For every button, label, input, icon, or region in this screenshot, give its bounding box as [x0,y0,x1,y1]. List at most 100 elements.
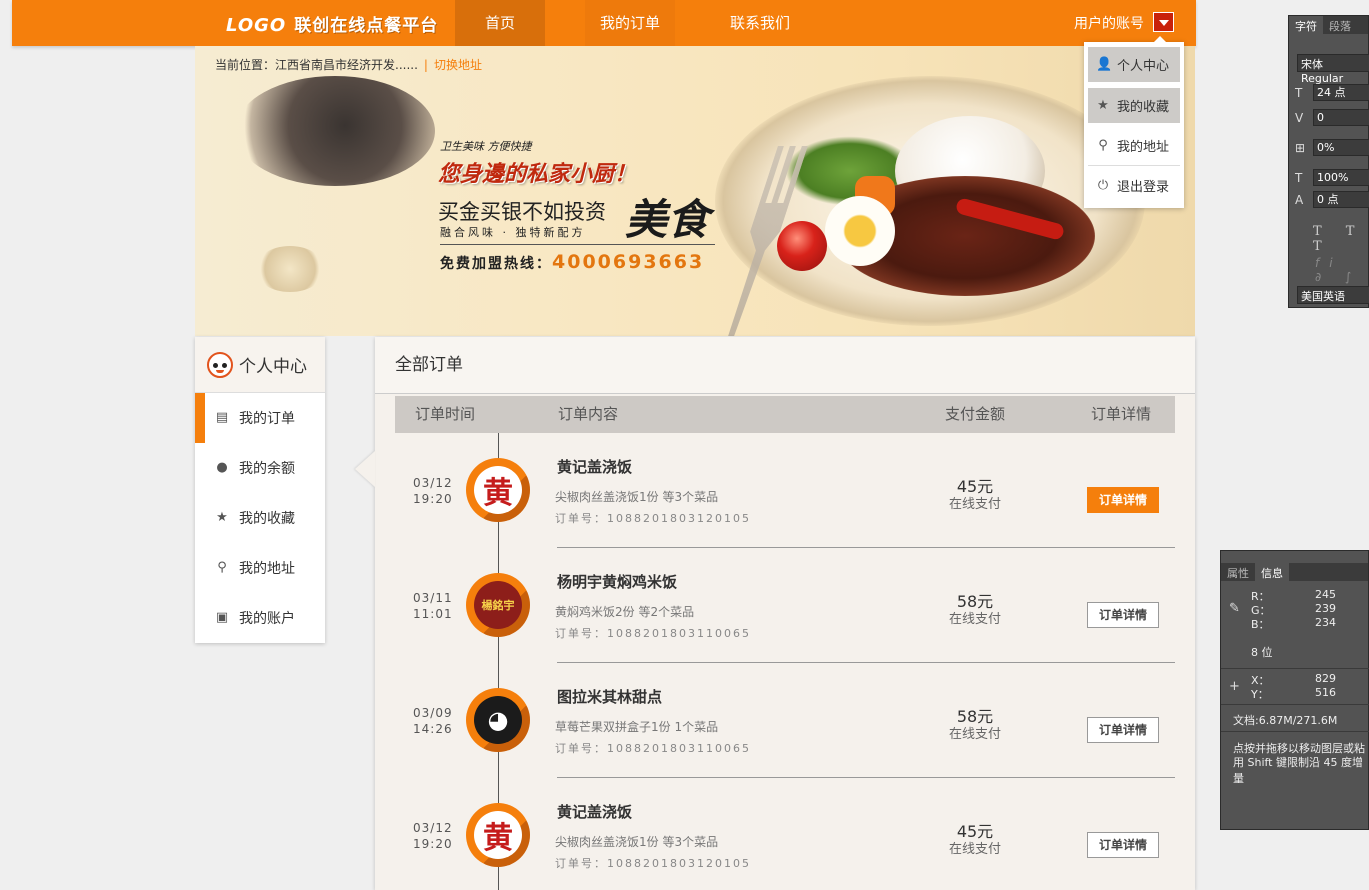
menu-item-favorites[interactable]: ★ 我的收藏 [1088,88,1180,123]
sidebar-item-my-account[interactable]: ▣ 我的账户 [195,593,325,643]
baseline-input[interactable]: 0 点 [1313,191,1369,208]
order-number: 订单号：1088201803120105 [555,512,751,525]
font-family-select[interactable]: 宋体 Regular [1297,54,1369,85]
menu-item-personal-center[interactable]: 👤 个人中心 [1088,47,1180,82]
sidebar-item-my-orders[interactable]: ▤ 我的订单 [195,393,325,443]
r-value: 245 [1315,588,1336,601]
page-content: 卫生美味 方便快捷 您身邊的私家小厨！ 买金买银不如投资 美食 融合风味 · 独… [195,46,1195,890]
restaurant-name[interactable]: 图拉米其林甜点 [557,686,662,707]
y-value: 516 [1315,686,1336,699]
banner-line1: 买金买银不如投资 [438,200,606,224]
vertical-scale-icon: T [1295,170,1303,185]
order-time: 14:26 [413,722,453,736]
banner-line2: 融合风味 · 独特新配方 [440,226,586,239]
b-label: B： [1251,618,1270,631]
font-size-field: T 24 点 [1295,84,1369,101]
menu-item-address[interactable]: ⚲ 我的地址 [1088,128,1180,163]
payment-method: 在线支付 [948,727,1001,742]
column-header-content: 订单内容 [558,405,619,423]
restaurant-logo: 黄 [466,803,530,867]
font-size-icon: T [1295,85,1303,100]
vertical-scale-input[interactable]: 100% [1313,169,1369,186]
tab-info[interactable]: 信息 [1255,563,1289,581]
breadcrumb-separator: | [423,58,428,72]
account-name[interactable]: 用户的账号 [1074,13,1144,33]
language-select[interactable]: 美国英语 [1297,286,1369,304]
nav-home[interactable]: 首页 [455,0,545,46]
order-dishes: 尖椒肉丝盖浇饭1份 等3个菜品 [555,835,719,849]
bit-depth: 8 位 [1251,646,1273,659]
account-dropdown-toggle[interactable] [1153,12,1174,32]
menu-item-label: 退出登录 [1117,180,1170,195]
tab-paragraph[interactable]: 段落 [1323,16,1357,34]
location-pin-icon: ⚲ [217,560,227,575]
order-detail-button[interactable]: 订单详情 [1087,602,1159,628]
panel-pointer [355,451,375,487]
restaurant-name[interactable]: 黄记盖浇饭 [557,456,632,477]
promo-banner: 卫生美味 方便快捷 您身邊的私家小厨！ 买金买银不如投资 美食 融合风味 · 独… [195,46,1195,336]
banner-main-slogan: 您身邊的私家小厨！ [438,162,637,187]
tomato-image [777,221,827,271]
account-dropdown-menu: 👤 个人中心 ★ 我的收藏 ⚲ 我的地址 ⏻ 退出登录 [1084,36,1184,208]
hotline-label: 免费加盟热线： [440,256,552,272]
column-header-time: 订单时间 [415,405,476,423]
restaurant-logo: ◕ [466,688,530,752]
banner-hotline: 免费加盟热线：4000693663 [440,251,704,273]
menu-item-label: 个人中心 [1117,59,1170,74]
sidebar-item-my-favorites[interactable]: ★ 我的收藏 [195,493,325,543]
order-time: 19:20 [413,837,453,851]
column-header-detail: 订单详情 [1091,405,1152,423]
power-icon: ⏻ [1097,178,1109,193]
breadcrumb: 当前位置：江西省南昌市经济开发...... | 切换地址 [215,56,482,73]
font-size-input[interactable]: 24 点 [1313,84,1369,101]
star-icon: ★ [1097,98,1109,113]
sidebar-item-label: 我的地址 [239,561,295,577]
opentype-buttons[interactable]: fi ∂ ∫ [1315,256,1368,284]
order-dishes: 黄焖鸡米饭2份 等2个菜品 [555,605,695,619]
restaurant-name[interactable]: 黄记盖浇饭 [557,801,632,822]
wallet-icon: ▣ [215,610,229,625]
switch-address-link[interactable]: 切换地址 [434,58,482,72]
order-row: 03/11 11:01 楊銘宇 杨明宇黄焖鸡米饭 黄焖鸡米饭2份 等2个菜品 订… [375,548,1195,663]
sidebar-item-my-address[interactable]: ⚲ 我的地址 [195,543,325,593]
sidebar-item-my-balance[interactable]: ● 我的余额 [195,443,325,493]
menu-item-label: 我的收藏 [1117,100,1170,115]
order-date: 03/12 [413,476,453,490]
order-dishes: 草莓芒果双拼盒子1份 1个菜品 [555,720,719,734]
tab-properties[interactable]: 属性 [1221,563,1255,581]
tab-character[interactable]: 字符 [1289,16,1323,34]
kerning-field: V 0 [1295,109,1369,126]
order-number: 订单号：1088201803110065 [555,742,751,755]
order-detail-button[interactable]: 订单详情 [1087,832,1159,858]
order-date: 03/12 [413,821,453,835]
order-detail-button[interactable]: 订单详情 [1087,717,1159,743]
column-header-amount: 支付金额 [945,405,1006,423]
info-divider [1221,668,1369,669]
ps-info-tabs: 属性 信息 [1221,563,1368,581]
vertical-scale-field: T 100% [1295,169,1369,186]
order-datetime: 03/09 14:26 [413,705,453,737]
document-size: 文档:6.87M/271.6M [1233,714,1338,727]
order-detail-button[interactable]: 订单详情 [1087,487,1159,513]
order-datetime: 03/12 19:20 [413,475,453,507]
menu-item-logout[interactable]: ⏻ 退出登录 [1088,168,1180,203]
nav-contact-us[interactable]: 联系我们 [715,0,805,46]
mascot-icon [207,351,233,378]
tracking-input[interactable]: 0% [1313,139,1369,156]
payment-method: 在线支付 [948,497,1001,512]
hint-line-2: 用 Shift 键限制沿 45 度增量 [1233,756,1363,785]
clipboard-icon: ▤ [215,410,229,425]
panel-title: 全部订单 [375,337,1195,394]
kerning-input[interactable]: 0 [1313,109,1369,126]
baseline-shift-icon: A [1295,192,1304,207]
nav-my-orders[interactable]: 我的订单 [585,0,675,46]
sidebar-item-label: 我的订单 [239,411,295,427]
text-style-buttons[interactable]: T T T [1313,224,1368,254]
crosshair-icon: + [1229,679,1240,694]
restaurant-name[interactable]: 杨明宇黄焖鸡米饭 [557,571,677,592]
teacup-image [255,246,325,292]
payment-method: 在线支付 [948,612,1001,627]
order-time: 11:01 [413,607,453,621]
sidebar-item-label: 我的账户 [239,611,295,627]
site-logo[interactable]: LOGO 联创在线点餐平台 [226,11,438,36]
